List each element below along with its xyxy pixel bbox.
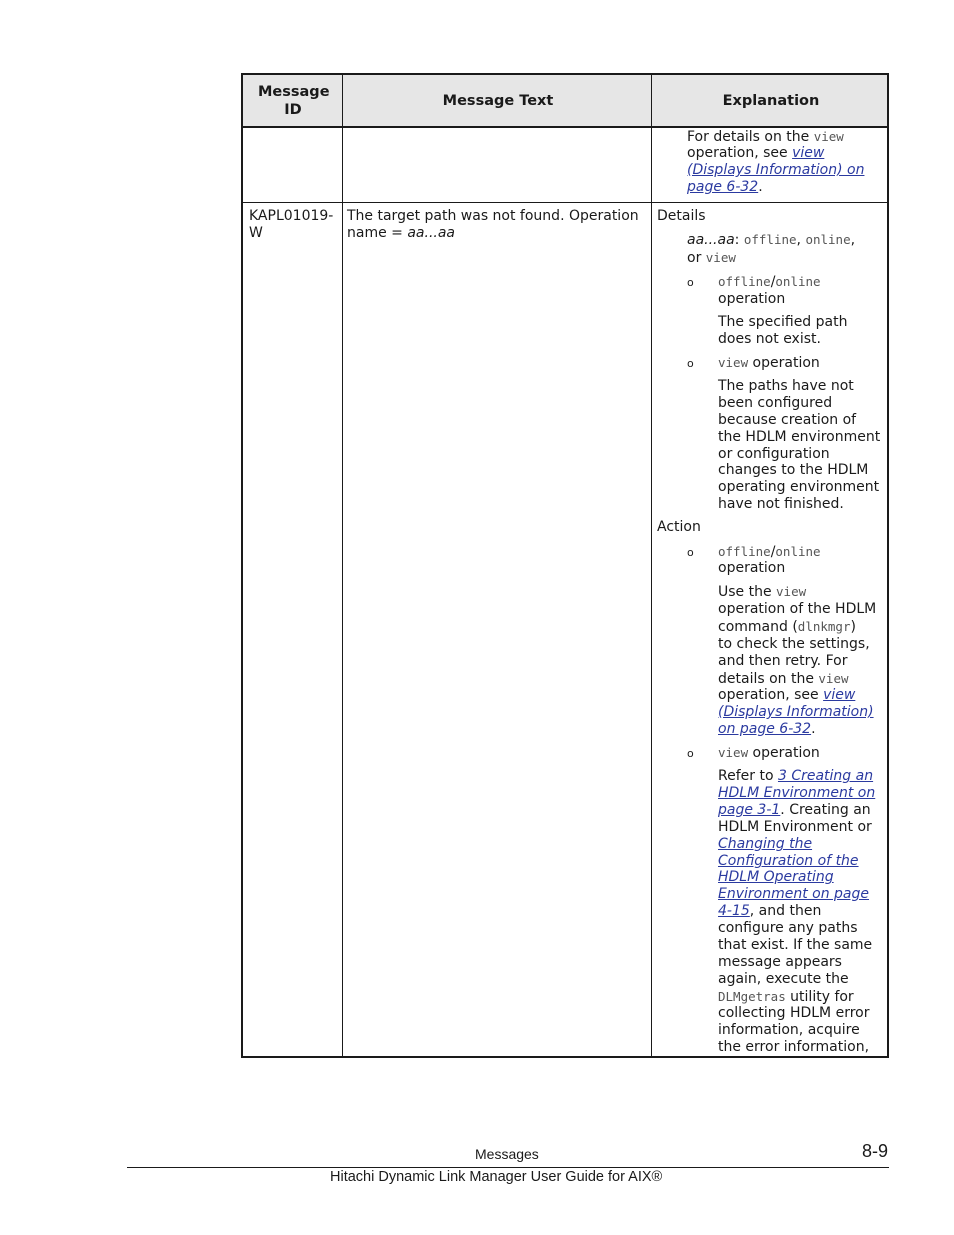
bullet-text: the error information, [718, 1039, 870, 1055]
bullet-text: page 3-1. Creating an [718, 802, 871, 818]
bullet-text: information, acquire [718, 1022, 860, 1038]
bullet-text: configure any paths [718, 920, 858, 936]
bullet-heading-cont: operation [718, 560, 786, 576]
bullet-icon: o [687, 357, 694, 370]
bullet-icon: o [687, 546, 694, 559]
bullet-text: because creation of [718, 412, 857, 428]
bullet-text: HDLM Operating [718, 869, 834, 886]
link-page-6-32[interactable]: page 6-32 [687, 179, 758, 195]
bullet-text: Configuration of the [718, 853, 859, 870]
link-page-4-15[interactable]: 4-15 [718, 903, 750, 919]
messages-table: Message ID Message Text Explanation For … [241, 73, 889, 1058]
message-text-cont: name = aa...aa [347, 225, 456, 241]
message-id-cont: W [249, 225, 263, 241]
link-page-3-1[interactable]: page 3-1 [718, 802, 780, 818]
header-explanation: Explanation [722, 92, 820, 109]
footer-page-number: 8-9 [862, 1141, 889, 1161]
bullet-text: changes to the HDLM [718, 462, 869, 478]
bullet-text: Use the view [718, 584, 807, 600]
table-header: Message ID Message Text Explanation [243, 75, 887, 128]
message-id: KAPL01019- [249, 208, 334, 224]
bullet-text: or configuration [718, 446, 830, 462]
bullet-text: 4-15, and then [718, 903, 822, 919]
column-divider [651, 75, 652, 1058]
bullet-heading: offline/online [718, 274, 821, 290]
link-view[interactable]: view [792, 145, 824, 161]
bullet-text: The paths have not [718, 378, 854, 394]
bullet-text: operating environment [718, 479, 880, 495]
footer-title: Hitachi Dynamic Link Manager User Guide … [330, 1169, 663, 1185]
details-label: Details [657, 208, 706, 224]
explanation-line: operation, see view [687, 145, 825, 161]
bullet-text: again, execute the [718, 971, 849, 987]
bullet-text: to check the settings, [718, 636, 870, 652]
link-creating-hdlm-env[interactable]: 3 Creating an [778, 768, 873, 784]
header-message-text: Message Text [442, 92, 554, 109]
link-changing-config-cont[interactable]: Environment on page [718, 886, 869, 902]
link-changing-config-cont[interactable]: Configuration of the [718, 853, 859, 869]
explanation-line: (Displays Information) on [687, 162, 864, 179]
bullet-text: HDLM Environment or [718, 819, 872, 835]
action-label: Action [657, 519, 701, 535]
bullet-text: command (dlnkmgr) [718, 619, 856, 635]
bullet-text: operation, see view [718, 687, 856, 703]
bullet-heading: offline/online [718, 544, 821, 560]
link-changing-config[interactable]: Changing the [718, 836, 812, 852]
header-message-id: Message ID [243, 75, 343, 126]
bullet-text: operation of the HDLM [718, 601, 877, 617]
bullet-text: that exist. If the same [718, 937, 873, 953]
footer-section: Messages [475, 1146, 539, 1162]
bullet-icon: o [687, 276, 694, 289]
bullet-text: have not finished. [718, 496, 844, 512]
link-view-cont[interactable]: (Displays Information) on [687, 162, 864, 178]
bullet-heading: view operation [718, 745, 820, 761]
bullet-text: been configured [718, 395, 833, 411]
row-divider [243, 202, 887, 203]
footer-divider [127, 1167, 889, 1168]
details-line: aa...aa: offline, online, [687, 232, 856, 248]
bullet-heading-cont: operation [718, 291, 786, 307]
bullet-heading: view operation [718, 355, 820, 371]
bullet-text: on page 6-32. [718, 721, 816, 737]
explanation-line: For details on the view [687, 129, 844, 145]
bullet-text: Environment on page [718, 886, 869, 903]
bullet-text: collecting HDLM error [718, 1005, 870, 1021]
bullet-text: message appears [718, 954, 842, 970]
link-view-cont[interactable]: (Displays Information) [718, 704, 874, 720]
column-divider [342, 75, 343, 1058]
bullet-text: DLMgetras utility for [718, 989, 854, 1005]
bullet-text: Refer to 3 Creating an [718, 768, 874, 784]
bullet-text: and then retry. For [718, 653, 848, 669]
bullet-text: Changing the [718, 836, 812, 853]
bullet-text: does not exist. [718, 331, 821, 347]
link-page-6-32[interactable]: on page 6-32 [718, 721, 811, 737]
link-view[interactable]: view [823, 687, 855, 703]
message-text: The target path was not found. Operation [347, 208, 639, 224]
explanation-line: page 6-32. [687, 179, 763, 195]
bullet-icon: o [687, 747, 694, 760]
link-changing-config-cont[interactable]: HDLM Operating [718, 869, 834, 885]
details-line: or view [687, 250, 736, 266]
bullet-text: (Displays Information) [718, 704, 874, 721]
bullet-text: details on the view [718, 671, 849, 687]
bullet-text: the HDLM environment [718, 429, 881, 445]
bullet-text: HDLM Environment on [718, 785, 875, 802]
bullet-text: The specified path [718, 314, 848, 330]
header-message-id-label: Message ID [258, 83, 330, 118]
link-creating-hdlm-env-cont[interactable]: HDLM Environment on [718, 785, 875, 801]
